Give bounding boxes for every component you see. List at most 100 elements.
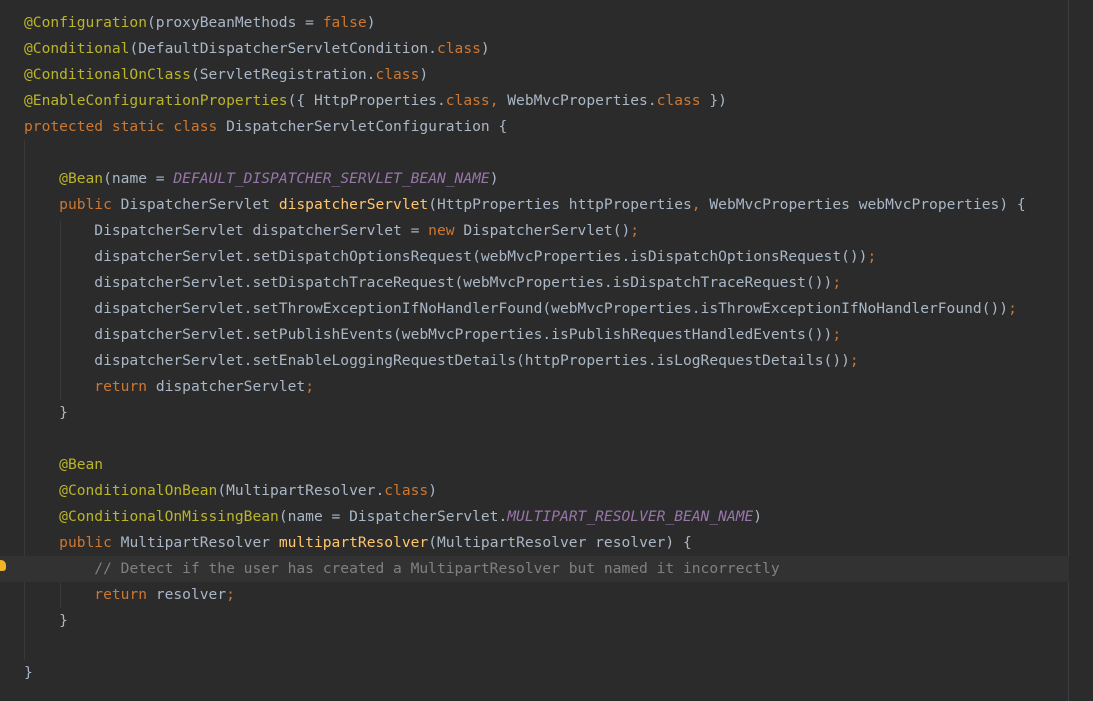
code-line[interactable]: @Bean(name = DEFAULT_DISPATCHER_SERVLET_…	[24, 166, 1063, 192]
code-token: }	[24, 404, 68, 421]
code-line[interactable]: @Configuration(proxyBeanMethods = false)	[24, 10, 1063, 36]
code-editor[interactable]: @Configuration(proxyBeanMethods = false)…	[0, 0, 1093, 701]
code-line[interactable]: }	[24, 400, 1063, 426]
code-token: )	[419, 66, 429, 83]
code-token: }	[24, 664, 33, 681]
code-token: ;	[305, 378, 314, 395]
lightbulb-icon[interactable]	[0, 560, 6, 571]
code-line-content: }	[24, 612, 68, 629]
code-line-content: }	[24, 664, 33, 681]
code-line-content: @Bean	[24, 456, 103, 473]
code-token: WebMvcProperties.	[507, 92, 657, 109]
code-line[interactable]	[24, 426, 1063, 452]
code-token: ;	[832, 326, 842, 343]
code-token: (MultipartResolver.	[217, 482, 385, 499]
code-line-content: return resolver;	[24, 586, 235, 603]
code-token: dispatcherServlet	[155, 378, 306, 395]
code-line[interactable]: @ConditionalOnClass(ServletRegistration.…	[24, 62, 1063, 88]
code-token: dispatcherServlet	[278, 196, 429, 213]
code-token: class	[384, 482, 429, 499]
code-line-content: public MultipartResolver multipartResolv…	[24, 534, 692, 551]
code-line[interactable]: DispatcherServlet dispatcherServlet = ne…	[24, 218, 1063, 244]
code-line[interactable]: dispatcherServlet.setEnableLoggingReques…	[24, 348, 1063, 374]
code-line-content: @ConditionalOnBean(MultipartResolver.cla…	[24, 482, 437, 499]
code-token: @ConditionalOnBean	[59, 482, 218, 499]
code-token: (ServletRegistration.	[190, 66, 376, 83]
code-token: class	[656, 92, 701, 109]
code-line-content: dispatcherServlet.setPublishEvents(webMv…	[24, 326, 841, 343]
code-token: ;	[849, 352, 859, 369]
code-line-content: DispatcherServlet dispatcherServlet = ne…	[24, 222, 639, 239]
code-line[interactable]: @Bean	[24, 452, 1063, 478]
code-line[interactable]: dispatcherServlet.setPublishEvents(webMv…	[24, 322, 1063, 348]
code-token: protected static class	[24, 118, 227, 135]
code-token: return	[94, 586, 156, 603]
code-token: ,	[691, 196, 710, 213]
code-token: (HttpProperties httpProperties	[428, 196, 692, 213]
code-token: )	[489, 170, 499, 187]
code-line[interactable]	[24, 140, 1063, 166]
code-line[interactable]: return dispatcherServlet;	[24, 374, 1063, 400]
code-token: public	[59, 196, 121, 213]
code-token: WebMvcProperties webMvcProperties) {	[709, 196, 1026, 213]
code-token: (MultipartResolver resolver) {	[428, 534, 692, 551]
code-token: @Bean	[59, 170, 104, 187]
code-token: return	[94, 378, 156, 395]
code-token: ;	[630, 222, 640, 239]
code-line-content: @ConditionalOnClass(ServletRegistration.…	[24, 66, 428, 83]
code-line[interactable]: }	[24, 660, 1063, 686]
code-token: DEFAULT_DISPATCHER_SERVLET_BEAN_NAME	[173, 170, 490, 187]
code-line-content: }	[24, 404, 68, 421]
code-line[interactable]: dispatcherServlet.setThrowExceptionIfNoH…	[24, 296, 1063, 322]
code-token: false	[322, 14, 367, 31]
code-token: (DefaultDispatcherServletCondition.	[129, 40, 437, 57]
code-token: class	[445, 92, 490, 109]
code-line[interactable]: dispatcherServlet.setDispatchTraceReques…	[24, 270, 1063, 296]
code-token: dispatcherServlet.setEnableLoggingReques…	[24, 352, 850, 369]
code-token: DispatcherServletConfiguration {	[226, 118, 508, 135]
code-token: @Conditional	[24, 40, 130, 57]
code-token: @ConditionalOnClass	[24, 66, 191, 83]
code-line-content: dispatcherServlet.setThrowExceptionIfNoH…	[24, 300, 1017, 317]
code-line[interactable]: @ConditionalOnBean(MultipartResolver.cla…	[24, 478, 1063, 504]
code-token: @Bean	[59, 456, 104, 473]
code-token: // Detect if the user has created a Mult…	[94, 560, 780, 577]
code-token: ;	[832, 274, 842, 291]
code-line[interactable]: @EnableConfigurationProperties({ HttpPro…	[24, 88, 1063, 114]
code-token: class	[436, 40, 481, 57]
code-line[interactable]: public MultipartResolver multipartResolv…	[24, 530, 1063, 556]
code-token: DispatcherServlet()	[463, 222, 631, 239]
code-token: multipartResolver	[278, 534, 429, 551]
code-line[interactable]: protected static class DispatcherServlet…	[24, 114, 1063, 140]
code-line-content: @Conditional(DefaultDispatcherServletCon…	[24, 40, 490, 57]
code-token: public	[59, 534, 121, 551]
code-line[interactable]: @ConditionalOnMissingBean(name = Dispatc…	[24, 504, 1063, 530]
code-token: )	[366, 14, 376, 31]
code-token: ({ HttpProperties.	[287, 92, 446, 109]
code-token: )	[428, 482, 437, 499]
code-line[interactable]	[24, 634, 1063, 660]
code-area[interactable]: @Configuration(proxyBeanMethods = false)…	[0, 10, 1069, 686]
code-token: (name = DispatcherServlet.	[278, 508, 508, 525]
code-token: dispatcherServlet.setThrowExceptionIfNoH…	[24, 300, 1009, 317]
code-line[interactable]: public DispatcherServlet dispatcherServl…	[24, 192, 1063, 218]
code-line[interactable]: return resolver;	[24, 582, 1063, 608]
code-line[interactable]: @Conditional(DefaultDispatcherServletCon…	[24, 36, 1063, 62]
code-token: dispatcherServlet.setPublishEvents(webMv…	[24, 326, 833, 343]
code-token: ;	[1008, 300, 1017, 317]
code-line-current[interactable]: // Detect if the user has created a Mult…	[0, 556, 1069, 582]
code-token: new	[428, 222, 464, 239]
code-token: dispatcherServlet.setDispatchOptionsRequ…	[24, 248, 868, 265]
code-token: }	[24, 612, 68, 629]
code-token: DispatcherServlet dispatcherServlet =	[24, 222, 429, 239]
code-line[interactable]: }	[24, 608, 1063, 634]
code-line[interactable]: dispatcherServlet.setDispatchOptionsRequ…	[24, 244, 1063, 270]
code-line-content: // Detect if the user has created a Mult…	[24, 560, 780, 577]
